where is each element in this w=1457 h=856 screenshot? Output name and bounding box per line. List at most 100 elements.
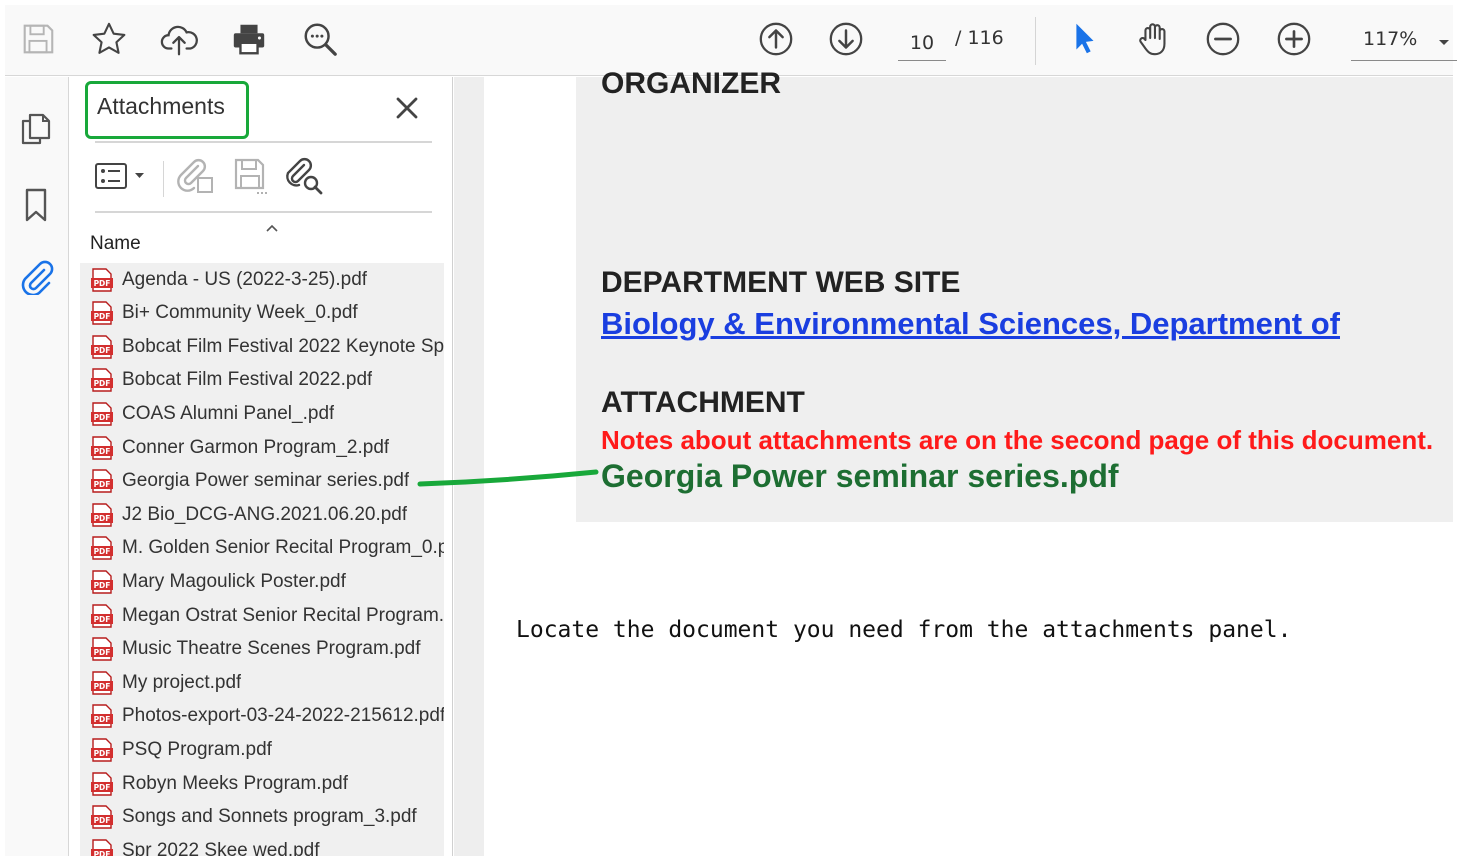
attachment-file-name: Conner Garmon Program_2.pdf xyxy=(122,436,390,458)
pdf-file-icon: PDF xyxy=(89,636,115,662)
attachment-list-item[interactable]: PDF Bi+ Community Week_0.pdf xyxy=(80,297,444,330)
select-cursor-icon[interactable] xyxy=(1064,19,1104,59)
save-icon[interactable] xyxy=(18,19,58,59)
attachment-list-item[interactable]: PDF Bobcat Film Festival 2022.pdf xyxy=(80,364,444,397)
attachments-panel: Attachments Name PDF Agenda - US (2022-3-… xyxy=(70,77,453,856)
svg-text:PDF: PDF xyxy=(94,379,111,388)
page-down-icon[interactable] xyxy=(826,19,866,59)
pdf-file-icon: PDF xyxy=(89,334,115,360)
hand-tool-icon[interactable] xyxy=(1134,19,1174,59)
department-link[interactable]: Biology & Environmental Sciences, Depart… xyxy=(601,306,1340,342)
page-up-icon[interactable] xyxy=(756,19,796,59)
attachment-list-item[interactable]: PDF Conner Garmon Program_2.pdf xyxy=(80,431,444,464)
svg-text:PDF: PDF xyxy=(94,816,111,825)
attachment-list-item[interactable]: PDF Photos-export-03-24-2022-215612.pdf xyxy=(80,700,444,733)
pdf-file-icon: PDF xyxy=(89,804,115,830)
attachment-file-name: Megan Ostrat Senior Recital Program.. xyxy=(122,604,444,626)
attachment-paperclip-icon[interactable] xyxy=(16,257,56,297)
pdf-file-icon: PDF xyxy=(89,300,115,326)
svg-text:PDF: PDF xyxy=(94,783,111,792)
pdf-file-icon: PDF xyxy=(89,737,115,763)
panel-divider xyxy=(95,141,432,143)
attachment-list-item[interactable]: PDF COAS Alumni Panel_.pdf xyxy=(80,397,444,430)
pdf-file-icon: PDF xyxy=(89,502,115,528)
add-attachment-icon[interactable] xyxy=(174,155,218,197)
pdf-file-icon: PDF xyxy=(89,771,115,797)
svg-text:PDF: PDF xyxy=(94,312,111,321)
svg-text:PDF: PDF xyxy=(94,346,111,355)
attachment-file-name: Songs and Sonnets program_3.pdf xyxy=(122,806,417,828)
attachment-file-name: Bobcat Film Festival 2022.pdf xyxy=(122,369,373,391)
attachment-name: Georgia Power seminar series.pdf xyxy=(601,458,1119,494)
attachment-file-name: Mary Magoulick Poster.pdf xyxy=(122,570,346,592)
attachment-file-name: Photos-export-03-24-2022-215612.pdf xyxy=(122,705,444,727)
bookmark-star-icon[interactable] xyxy=(89,19,129,59)
svg-text:PDF: PDF xyxy=(94,447,111,456)
column-header-name[interactable]: Name xyxy=(90,233,141,255)
organizer-heading: ORGANIZER xyxy=(601,67,781,100)
search-zoom-icon[interactable] xyxy=(300,19,340,59)
svg-text:PDF: PDF xyxy=(94,715,111,724)
pdf-file-icon: PDF xyxy=(89,603,115,629)
view-options-icon[interactable] xyxy=(92,155,152,197)
attachment-list-item[interactable]: PDF Georgia Power seminar series.pdf xyxy=(80,465,444,498)
zoom-select[interactable]: 117% xyxy=(1351,25,1457,61)
attachment-list-item[interactable]: PDF J2 Bio_DCG-ANG.2021.06.20.pdf xyxy=(80,498,444,531)
close-icon[interactable] xyxy=(392,93,422,123)
navigation-rail xyxy=(5,77,69,856)
attachment-list-item[interactable]: PDF M. Golden Senior Recital Program_0.p xyxy=(80,532,444,565)
search-attachment-icon[interactable] xyxy=(282,155,326,197)
attachment-list-item[interactable]: PDF PSQ Program.pdf xyxy=(80,733,444,766)
svg-text:PDF: PDF xyxy=(94,615,111,624)
pdf-file-icon: PDF xyxy=(89,435,115,461)
svg-text:PDF: PDF xyxy=(94,749,111,758)
pdf-file-icon: PDF xyxy=(89,670,115,696)
attachment-notes: Notes about attachments are on the secon… xyxy=(601,425,1434,455)
attachment-list: PDF Agenda - US (2022-3-25).pdf PDF Bi+ Com… xyxy=(80,263,444,856)
attachment-file-name: My project.pdf xyxy=(122,671,242,693)
toolbar-divider xyxy=(1035,17,1036,65)
bookmark-icon[interactable] xyxy=(16,185,56,225)
chevron-down-icon xyxy=(1439,40,1449,45)
attachment-list-item[interactable]: PDF My project.pdf xyxy=(80,666,444,699)
panel-title: Attachments xyxy=(97,93,225,119)
attachment-file-name: PSQ Program.pdf xyxy=(122,738,272,760)
page-number-input[interactable]: 10 xyxy=(898,25,946,61)
pdf-file-icon: PDF xyxy=(89,569,115,595)
attachment-file-name: Music Theatre Scenes Program.pdf xyxy=(122,638,421,660)
attachment-list-item[interactable]: PDF Music Theatre Scenes Program.pdf xyxy=(80,633,444,666)
attachment-file-name: COAS Alumni Panel_.pdf xyxy=(122,402,335,424)
attachment-list-item[interactable]: PDF Robyn Meeks Program.pdf xyxy=(80,767,444,800)
print-icon[interactable] xyxy=(229,19,269,59)
zoom-in-icon[interactable] xyxy=(1274,19,1314,59)
attachment-list-item[interactable]: PDF Songs and Sonnets program_3.pdf xyxy=(80,801,444,834)
svg-text:PDF: PDF xyxy=(94,850,111,856)
pdf-file-icon: PDF xyxy=(89,267,115,293)
upload-cloud-icon[interactable] xyxy=(159,19,199,59)
connector-arrow-annotation xyxy=(417,469,599,487)
pdf-file-icon: PDF xyxy=(89,535,115,561)
zoom-out-icon[interactable] xyxy=(1203,19,1243,59)
top-toolbar: 10 / 116 117% xyxy=(5,5,1457,76)
attachment-file-name: Agenda - US (2022-3-25).pdf xyxy=(122,268,368,290)
attachment-list-item[interactable]: PDF Bobcat Film Festival 2022 Keynote Spe xyxy=(80,330,444,363)
attachment-list-item[interactable]: PDF Megan Ostrat Senior Recital Program.. xyxy=(80,599,444,632)
svg-text:PDF: PDF xyxy=(94,514,111,523)
sort-ascending-icon[interactable] xyxy=(263,221,281,235)
attachment-file-name: Georgia Power seminar series.pdf xyxy=(122,470,410,492)
attachment-list-item[interactable]: PDF Agenda - US (2022-3-25).pdf xyxy=(80,263,444,296)
svg-text:PDF: PDF xyxy=(94,547,111,556)
attachment-file-name: M. Golden Senior Recital Program_0.p xyxy=(122,537,444,559)
attachment-file-name: Spr 2022 Skee wed.pdf xyxy=(122,839,320,856)
instruction-caption: Locate the document you need from the at… xyxy=(516,617,1292,643)
svg-text:PDF: PDF xyxy=(94,682,111,691)
pdf-file-icon: PDF xyxy=(89,838,115,856)
pdf-file-icon: PDF xyxy=(89,703,115,729)
save-attachment-icon[interactable] xyxy=(228,155,272,197)
svg-text:PDF: PDF xyxy=(94,279,111,288)
attachment-list-item[interactable]: PDF Mary Magoulick Poster.pdf xyxy=(80,565,444,598)
attachment-list-item[interactable]: PDF Spr 2022 Skee wed.pdf xyxy=(80,834,444,856)
pages-icon[interactable] xyxy=(16,109,56,149)
page-total: / 116 xyxy=(955,27,1004,49)
tool-divider xyxy=(163,161,164,197)
